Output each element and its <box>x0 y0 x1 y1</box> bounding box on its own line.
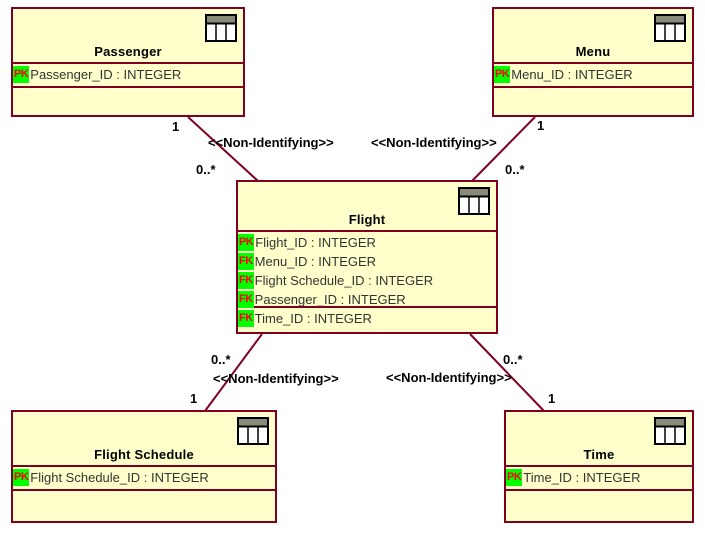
diagram-canvas: Passenger PK Passenger_ID : INTEGER Menu… <box>0 0 705 533</box>
entity-time-title: Time <box>583 447 615 462</box>
pk-badge: PK <box>13 66 30 83</box>
entity-flight-header: Flight <box>238 182 496 232</box>
entity-passenger-attributes: PK Passenger_ID : INTEGER <box>13 64 243 88</box>
entity-passenger-footer <box>13 88 243 115</box>
table-icon <box>654 417 686 445</box>
entity-time-footer <box>506 491 692 521</box>
entity-menu-footer <box>494 88 692 115</box>
attribute-row[interactable]: PK Time_ID : INTEGER <box>506 468 692 487</box>
entity-menu[interactable]: Menu PK Menu_ID : INTEGER <box>492 7 694 117</box>
attribute-label: Flight Schedule_ID : INTEGER <box>254 273 434 288</box>
table-icon <box>458 187 490 215</box>
entity-menu-title: Menu <box>575 44 611 59</box>
attribute-row[interactable]: PK Menu_ID : INTEGER <box>494 65 692 84</box>
attribute-label: Time_ID : INTEGER <box>523 470 641 485</box>
entity-menu-header: Menu <box>494 9 692 64</box>
table-icon <box>654 14 686 42</box>
multiplicity-time-end: 1 <box>548 391 556 406</box>
entity-flight-footer <box>238 308 496 332</box>
attribute-row[interactable]: FK Menu_ID : INTEGER <box>238 252 496 271</box>
multiplicity-menu-end: 1 <box>537 118 545 133</box>
stereotype-flight-time: <<Non-Identifying>> <box>386 370 512 385</box>
entity-flight-schedule[interactable]: Flight Schedule PK Flight Schedule_ID : … <box>11 410 277 523</box>
pk-badge: PK <box>238 234 255 251</box>
entity-flight-schedule-footer <box>13 491 275 521</box>
entity-flight[interactable]: Flight PK Flight_ID : INTEGER FK Menu_ID… <box>236 180 498 334</box>
entity-passenger-header: Passenger <box>13 9 243 64</box>
multiplicity-flightschedule-end: 1 <box>190 391 198 406</box>
multiplicity-flight-end-menu: 0..* <box>505 162 525 177</box>
attribute-row[interactable]: PK Passenger_ID : INTEGER <box>13 65 243 84</box>
multiplicity-passenger-end: 1 <box>172 119 180 134</box>
entity-passenger[interactable]: Passenger PK Passenger_ID : INTEGER <box>11 7 245 117</box>
entity-time[interactable]: Time PK Time_ID : INTEGER <box>504 410 694 523</box>
fk-badge: FK <box>238 253 254 270</box>
entity-flight-schedule-title: Flight Schedule <box>94 447 194 462</box>
stereotype-passenger-flight: <<Non-Identifying>> <box>208 135 334 150</box>
entity-passenger-title: Passenger <box>94 44 162 59</box>
fk-badge: FK <box>238 291 254 308</box>
attribute-label: Passenger_ID : INTEGER <box>30 67 182 82</box>
entity-time-attributes: PK Time_ID : INTEGER <box>506 467 692 491</box>
attribute-label: Flight_ID : INTEGER <box>255 235 376 250</box>
entity-flight-title: Flight <box>348 212 386 227</box>
entity-flight-schedule-header: Flight Schedule <box>13 412 275 467</box>
multiplicity-flight-end-schedule: 0..* <box>211 352 231 367</box>
fk-badge: FK <box>238 272 254 289</box>
multiplicity-flight-end-passenger: 0..* <box>196 162 216 177</box>
attribute-label: Menu_ID : INTEGER <box>254 254 377 269</box>
attribute-label: Menu_ID : INTEGER <box>511 67 633 82</box>
table-icon <box>205 14 237 42</box>
entity-time-header: Time <box>506 412 692 467</box>
stereotype-menu-flight: <<Non-Identifying>> <box>371 135 497 150</box>
stereotype-flight-flightschedule: <<Non-Identifying>> <box>213 371 339 386</box>
multiplicity-flight-end-time: 0..* <box>503 352 523 367</box>
table-icon <box>237 417 269 445</box>
pk-badge: PK <box>494 66 511 83</box>
attribute-row[interactable]: FK Flight Schedule_ID : INTEGER <box>238 271 496 290</box>
attribute-row[interactable]: PK Flight_ID : INTEGER <box>238 233 496 252</box>
attribute-label: Passenger_ID : INTEGER <box>254 292 406 307</box>
attribute-row[interactable]: PK Flight Schedule_ID : INTEGER <box>13 468 275 487</box>
pk-badge: PK <box>506 469 523 486</box>
pk-badge: PK <box>13 469 30 486</box>
attribute-label: Flight Schedule_ID : INTEGER <box>30 470 209 485</box>
attribute-row[interactable]: FK Passenger_ID : INTEGER <box>238 290 496 309</box>
entity-flight-attributes: PK Flight_ID : INTEGER FK Menu_ID : INTE… <box>238 232 496 327</box>
entity-menu-attributes: PK Menu_ID : INTEGER <box>494 64 692 88</box>
entity-flight-schedule-attributes: PK Flight Schedule_ID : INTEGER <box>13 467 275 491</box>
